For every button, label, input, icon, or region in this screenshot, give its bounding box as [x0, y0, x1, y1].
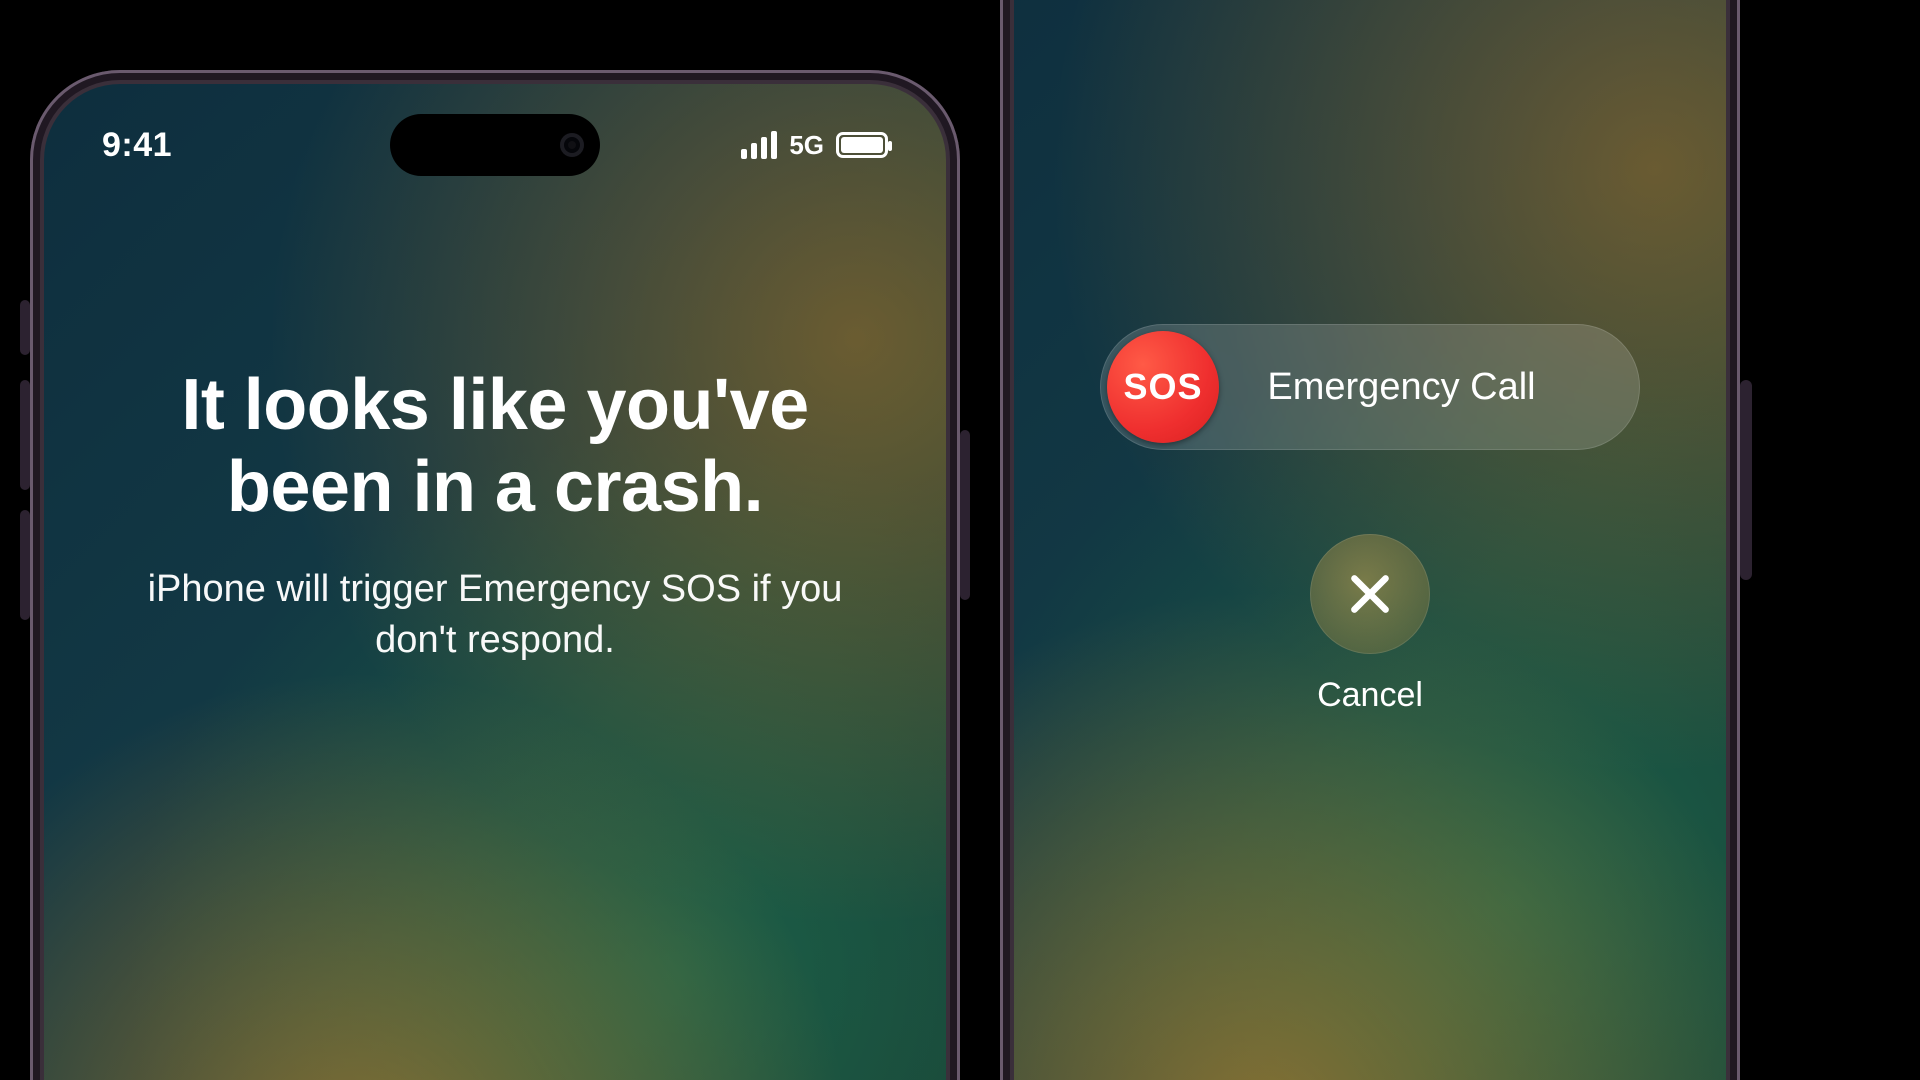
volume-up-button — [20, 380, 30, 490]
close-icon — [1344, 568, 1396, 620]
phone-left-screen: 9:41 5G It looks like you've been in a c… — [44, 84, 946, 1080]
cancel-group: Cancel — [1310, 534, 1430, 715]
emergency-call-slider[interactable]: SOS Emergency Call — [1100, 324, 1640, 450]
phone-left: 9:41 5G It looks like you've been in a c… — [30, 70, 960, 1080]
sos-knob-label: SOS — [1123, 366, 1202, 408]
sos-knob[interactable]: SOS — [1107, 331, 1219, 443]
cellular-signal-icon — [741, 131, 777, 159]
battery-icon — [836, 132, 888, 158]
cancel-button[interactable] — [1310, 534, 1430, 654]
network-label: 5G — [789, 130, 824, 161]
dynamic-island — [390, 114, 600, 176]
stage: 9:41 5G It looks like you've been in a c… — [0, 0, 1920, 1080]
crash-headline: It looks like you've been in a crash. — [104, 364, 886, 528]
crash-message: It looks like you've been in a crash. iP… — [44, 364, 946, 667]
status-time: 9:41 — [102, 126, 172, 165]
emergency-call-label: Emergency Call — [1219, 366, 1640, 409]
phone-right: SOS Emergency Call Cancel — [1000, 0, 1740, 1080]
mute-switch — [20, 300, 30, 355]
power-button — [960, 430, 970, 600]
cancel-label: Cancel — [1310, 676, 1430, 715]
volume-down-button — [20, 510, 30, 620]
power-button — [1740, 380, 1752, 580]
front-camera-icon — [560, 133, 584, 157]
crash-subline: iPhone will trigger Emergency SOS if you… — [104, 564, 886, 667]
status-right: 5G — [741, 130, 888, 161]
phone-right-screen: SOS Emergency Call Cancel — [1014, 0, 1726, 1080]
